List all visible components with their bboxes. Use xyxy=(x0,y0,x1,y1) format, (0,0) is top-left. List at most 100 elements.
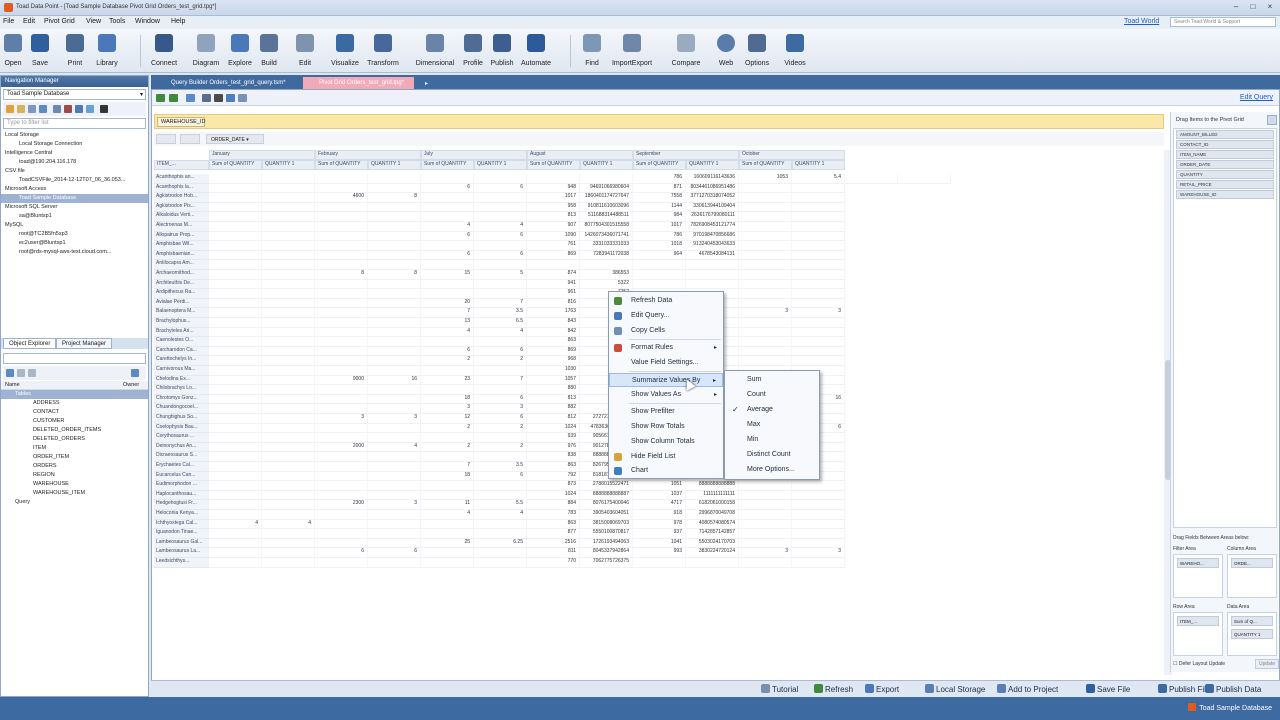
table-cell[interactable]: 1426073436071741 xyxy=(580,231,633,242)
profile-button[interactable]: Profile xyxy=(460,34,486,70)
table-cell[interactable]: 907 xyxy=(527,222,580,232)
table-cell[interactable] xyxy=(262,366,315,376)
toad-world-link[interactable]: Toad World xyxy=(1124,18,1159,25)
web-button[interactable]: Web xyxy=(715,34,737,70)
table-cell[interactable]: 913240453043633 xyxy=(686,241,739,251)
table-cell[interactable] xyxy=(262,231,315,242)
table-cell[interactable] xyxy=(262,212,315,222)
tree-node[interactable]: Local Storage Connection xyxy=(1,140,148,149)
table-cell[interactable]: 25 xyxy=(421,538,474,549)
table-cell[interactable] xyxy=(368,298,421,309)
table-cell[interactable] xyxy=(686,260,739,270)
submenu-item-count[interactable]: Count xyxy=(725,388,819,402)
visualize-button[interactable]: Visualize xyxy=(328,34,362,70)
table-cell[interactable] xyxy=(209,318,262,328)
table-cell[interactable] xyxy=(209,298,262,309)
table-cell[interactable] xyxy=(209,279,262,290)
table-cell[interactable] xyxy=(262,193,315,203)
table-cell[interactable]: 2300 xyxy=(315,500,368,510)
table-cell[interactable] xyxy=(209,356,262,366)
table-cell[interactable]: 1051 xyxy=(633,481,686,491)
table-cell[interactable] xyxy=(898,174,951,184)
table-cell[interactable]: 3771270318074052 xyxy=(686,193,739,203)
table-cell[interactable] xyxy=(792,538,845,549)
table-cell[interactable] xyxy=(792,500,845,510)
table-cell[interactable]: 15 xyxy=(421,270,474,280)
table-cell[interactable] xyxy=(209,231,262,242)
table-cell[interactable]: 7 xyxy=(474,298,527,309)
column-field-chip[interactable]: ORDER_DATE ▾ xyxy=(206,134,264,144)
table-cell[interactable] xyxy=(474,193,527,203)
table-cell[interactable] xyxy=(739,222,792,232)
filter-icon[interactable] xyxy=(17,369,25,377)
table-cell[interactable]: 4717 xyxy=(633,500,686,510)
table-cell[interactable]: 2 xyxy=(474,356,527,366)
table-node[interactable]: ORDERS xyxy=(1,462,148,471)
table-cell[interactable]: 6 xyxy=(474,250,527,261)
table-cell[interactable] xyxy=(739,193,792,203)
tree-node[interactable]: root@TC2B5fn5sp3 xyxy=(1,230,148,239)
export-button[interactable]: Export xyxy=(865,684,899,694)
table-cell[interactable] xyxy=(209,222,262,232)
table-cell[interactable] xyxy=(633,260,686,270)
table-cell[interactable] xyxy=(315,241,368,251)
table-cell[interactable] xyxy=(474,452,527,462)
table-cell[interactable] xyxy=(368,481,421,491)
row-header[interactable]: Heloconia Kenya... xyxy=(154,510,209,520)
table-cell[interactable] xyxy=(368,327,421,338)
table-cell[interactable]: 968 xyxy=(527,356,580,366)
table-cell[interactable]: 4 xyxy=(262,519,315,530)
field-item[interactable]: QUANTITY xyxy=(1176,170,1274,179)
table-cell[interactable]: 94691066980604 xyxy=(580,183,633,194)
table-cell[interactable] xyxy=(262,308,315,318)
table-cell[interactable]: 8077504301515558 xyxy=(580,222,633,232)
table-cell[interactable] xyxy=(421,174,474,184)
layout-icon[interactable] xyxy=(186,94,195,102)
tree-node[interactable]: ToadCSVFile_2014-12-12T07_06_36.053... xyxy=(1,176,148,185)
edit-query-link[interactable]: Edit Query xyxy=(1240,94,1273,101)
table-cell[interactable] xyxy=(421,289,474,299)
tree-node[interactable]: Microsoft SQL Server xyxy=(1,203,148,212)
tree-node[interactable]: sa@Bluntsp1 xyxy=(1,212,148,221)
table-cell[interactable] xyxy=(262,385,315,395)
row-header[interactable]: Chunghighus So... xyxy=(154,414,209,424)
table-cell[interactable]: 2 xyxy=(474,442,527,453)
publish-file-button[interactable]: Publish File xyxy=(1158,684,1210,694)
table-cell[interactable]: 6 xyxy=(474,471,527,482)
menu-item-value-field-settings[interactable]: Value Field Settings... xyxy=(609,356,723,370)
table-cell[interactable] xyxy=(474,212,527,222)
table-cell[interactable] xyxy=(474,337,527,347)
table-cell[interactable]: 4 xyxy=(368,442,421,453)
table-cell[interactable] xyxy=(792,481,845,491)
table-cell[interactable]: 4 xyxy=(474,222,527,232)
row-header[interactable]: Acanthophis la... xyxy=(154,183,209,194)
table-cell[interactable] xyxy=(209,346,262,357)
table-cell[interactable] xyxy=(209,433,262,443)
publish-button[interactable]: Publish xyxy=(487,34,517,70)
table-cell[interactable] xyxy=(262,471,315,482)
view-icon[interactable] xyxy=(28,369,36,377)
table-cell[interactable] xyxy=(792,318,845,328)
table-cell[interactable] xyxy=(739,202,792,213)
table-cell[interactable] xyxy=(209,471,262,482)
tab-query-builder[interactable]: Query Builder Orders_test_grid_query.tsm… xyxy=(155,77,296,89)
table-cell[interactable]: 877 xyxy=(527,529,580,539)
menu-item-copy-cells[interactable]: Copy Cells xyxy=(609,324,723,338)
chart-icon[interactable] xyxy=(226,94,235,102)
table-cell[interactable]: 1024 xyxy=(527,423,580,434)
sigma-icon[interactable] xyxy=(238,94,247,102)
new-tab-icon[interactable]: ▸ xyxy=(421,77,443,89)
table-cell[interactable]: 8076175400046 xyxy=(580,500,633,510)
table-cell[interactable] xyxy=(368,279,421,290)
menu-item-chart[interactable]: Chart xyxy=(609,464,723,478)
table-cell[interactable]: 6182061000158 xyxy=(686,500,739,510)
table-cell[interactable] xyxy=(686,558,739,568)
tree-node[interactable]: CSV file xyxy=(1,167,148,176)
table-cell[interactable] xyxy=(209,375,262,386)
menu-tools[interactable]: Tools xyxy=(109,18,125,25)
row-header[interactable]: Amphisbae Wil... xyxy=(154,241,209,251)
table-cell[interactable]: 511688314488511 xyxy=(580,212,633,222)
row-header[interactable]: Haplocanthosau... xyxy=(154,490,209,501)
table-cell[interactable]: 7 xyxy=(421,462,474,472)
row-header[interactable]: Brachyteles Ari... xyxy=(154,327,209,338)
